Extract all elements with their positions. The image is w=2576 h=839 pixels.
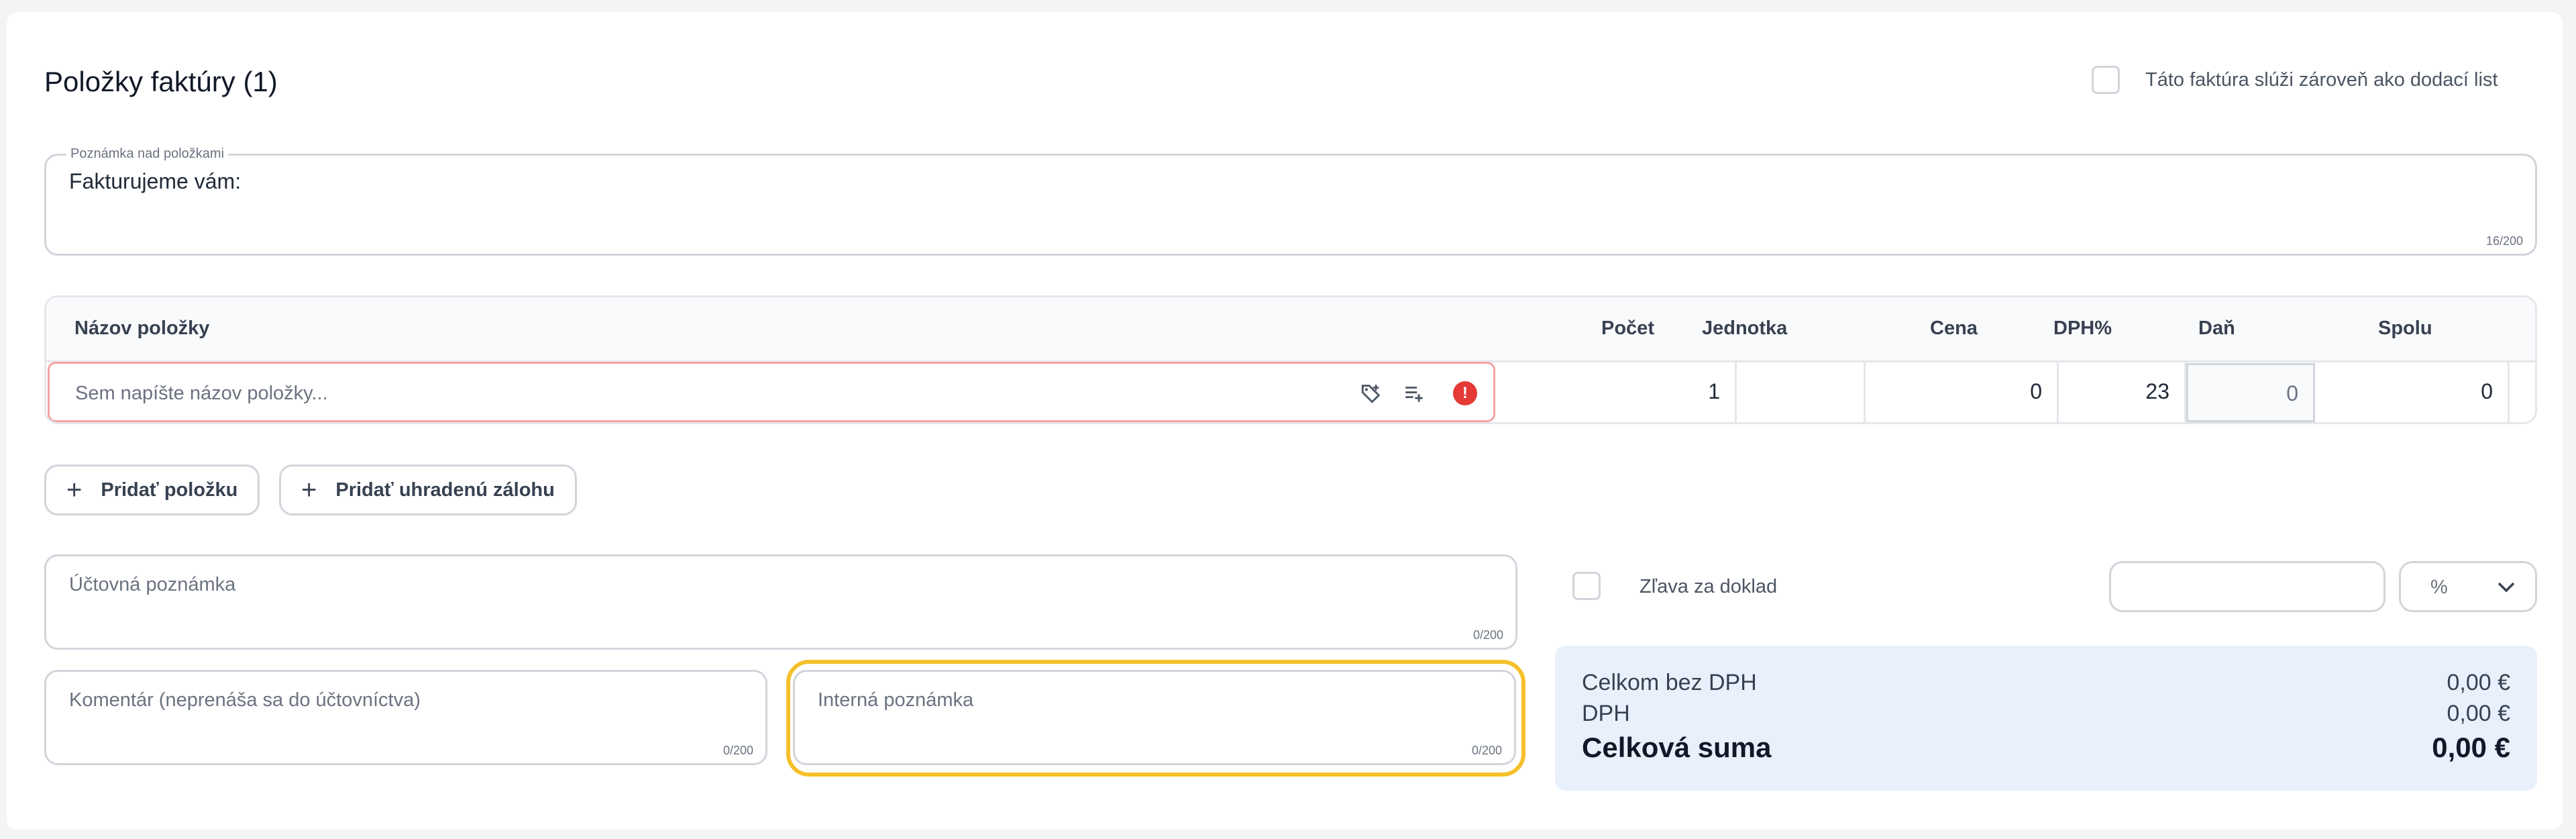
items-table: Názov položky Počet Jednotka Cena DPH% D… — [44, 295, 2537, 424]
tag-add-icon[interactable] — [1358, 380, 1385, 407]
item-name-input[interactable]: Sem napíšte názov položky... ! — [48, 362, 1495, 422]
item-count-input[interactable]: 1 — [1498, 360, 1737, 422]
add-deposit-button[interactable]: + Pridať uhradenú zálohu — [279, 464, 577, 515]
internal-note-placeholder: Interná poznámka — [818, 689, 974, 711]
comment-field[interactable]: Komentár (neprenáša sa do účtovníctva) 0… — [44, 670, 767, 765]
item-tax-value: 0 — [2186, 363, 2315, 422]
discount-unit-select[interactable]: % — [2399, 561, 2537, 612]
col-total-header: Spolu — [2378, 317, 2432, 339]
error-icon: ! — [1452, 380, 1479, 407]
discount-label: Zľava za doklad — [1640, 576, 1778, 597]
summary-panel: Celkom bez DPH 0,00 € DPH 0,00 € Celková… — [1555, 646, 2537, 791]
comment-placeholder: Komentár (neprenáša sa do účtovníctva) — [69, 689, 421, 711]
col-count-header: Počet — [1601, 317, 1654, 339]
table-header: Názov položky Počet Jednotka Cena DPH% D… — [46, 297, 2535, 362]
col-vat-header: DPH% — [2053, 317, 2112, 339]
vat-row: DPH 0,00 € — [1582, 701, 2510, 727]
note-above-items-counter: 16/200 — [2485, 234, 2523, 248]
item-total-value: 0 — [2315, 360, 2510, 422]
subtotal-value: 0,00 € — [2447, 670, 2510, 695]
subtotal-label: Celkom bez DPH — [1582, 670, 1757, 695]
vat-value: 0,00 € — [2447, 701, 2510, 726]
plus-icon: + — [66, 475, 83, 505]
item-name-placeholder: Sem napíšte názov položky... — [75, 383, 328, 404]
delivery-note-toggle[interactable]: Táto faktúra slúži zároveň ako dodací li… — [2092, 66, 2498, 94]
add-item-label: Pridať položku — [101, 479, 238, 501]
col-price-header: Cena — [1930, 317, 1978, 339]
add-item-button[interactable]: + Pridať položku — [44, 464, 260, 515]
accounting-note-field[interactable]: Účtovná poznámka 0/200 — [44, 554, 1517, 650]
note-above-items-field[interactable]: Poznámka nad položkami Fakturujeme vám: … — [44, 146, 2537, 256]
col-name-header: Názov položky — [74, 317, 210, 339]
internal-note-field[interactable]: Interná poznámka 0/200 — [793, 670, 1516, 765]
add-deposit-label: Pridať uhradenú zálohu — [335, 479, 555, 501]
total-label: Celková suma — [1582, 732, 1772, 763]
comment-counter: 0/200 — [722, 744, 753, 757]
item-unit-input[interactable] — [1737, 360, 1866, 422]
table-row: Sem napíšte názov položky... ! 1 0 23 0 … — [46, 360, 2535, 422]
col-unit-header: Jednotka — [1702, 317, 1788, 339]
discount-checkbox[interactable] — [1572, 572, 1601, 600]
delivery-note-label: Táto faktúra slúži zároveň ako dodací li… — [2145, 68, 2498, 91]
list-add-icon[interactable] — [1401, 380, 1428, 407]
vat-label: DPH — [1582, 701, 1630, 726]
internal-note-counter: 0/200 — [1471, 744, 1502, 757]
subtotal-row: Celkom bez DPH 0,00 € — [1582, 670, 2510, 696]
discount-unit-value: % — [2430, 577, 2448, 598]
total-row: Celková suma 0,00 € — [1582, 732, 2510, 764]
plus-icon: + — [301, 475, 317, 505]
accounting-note-counter: 0/200 — [1472, 628, 1503, 642]
item-price-input[interactable]: 0 — [1866, 360, 2059, 422]
item-vat-input[interactable]: 23 — [2059, 360, 2186, 422]
delivery-note-checkbox[interactable] — [2092, 66, 2120, 94]
section-title: Položky faktúry (1) — [44, 66, 278, 97]
chevron-down-icon — [2496, 579, 2516, 597]
error-badge: ! — [1453, 381, 1477, 405]
accounting-note-placeholder: Účtovná poznámka — [69, 574, 236, 595]
note-above-items-value[interactable]: Fakturujeme vám: — [69, 169, 241, 194]
col-tax-header: Daň — [2198, 317, 2235, 339]
note-above-items-label: Poznámka nad položkami — [66, 146, 229, 162]
total-value: 0,00 € — [2432, 732, 2510, 763]
discount-value-input[interactable] — [2109, 561, 2385, 612]
